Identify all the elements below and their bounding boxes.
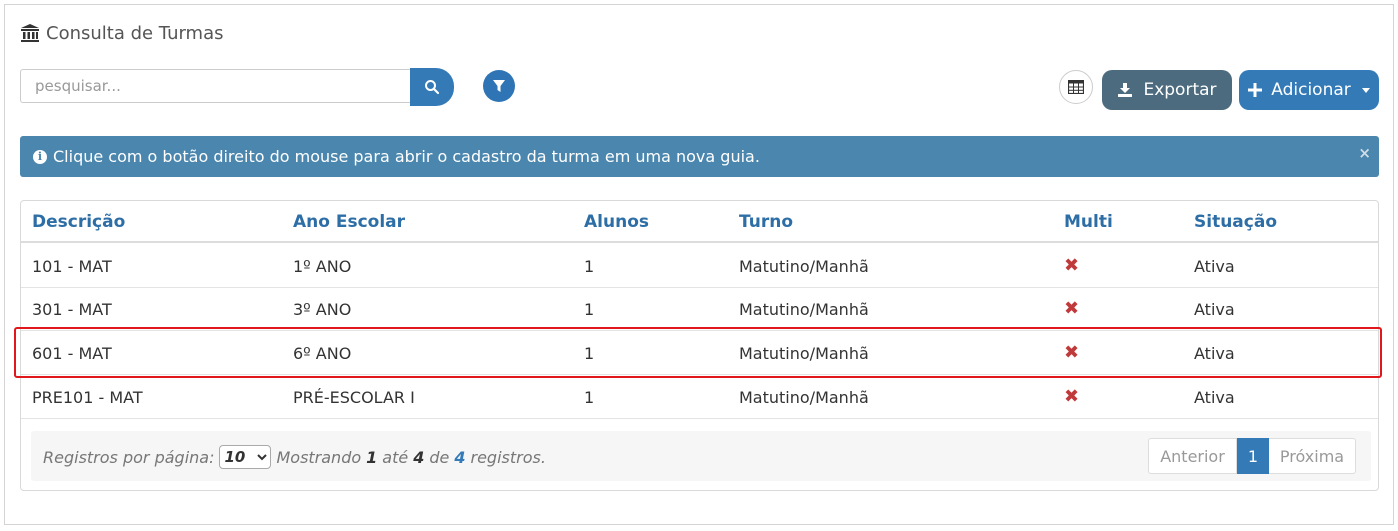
export-button[interactable]: Exportar — [1102, 70, 1232, 110]
pagination-info: Registros por página: 10 Mostrando 1 até… — [43, 445, 546, 469]
col-alunos[interactable]: Alunos — [584, 212, 649, 232]
next-page-button[interactable]: Próxima — [1269, 438, 1356, 474]
cell-turno: Matutino/Manhã — [739, 300, 869, 319]
chevron-down-icon — [1361, 87, 1370, 93]
table-header: Descrição Ano Escolar Alunos Turno Multi… — [21, 201, 1378, 243]
page-title: Consulta de Turmas — [20, 21, 224, 45]
table-row[interactable]: 101 - MAT 1º ANO 1 Matutino/Manhã ✖ Ativ… — [21, 245, 1378, 288]
search-icon — [425, 80, 440, 95]
range-to-word: até — [382, 447, 409, 467]
page-title-text: Consulta de Turmas — [46, 22, 224, 44]
cell-situacao: Ativa — [1194, 344, 1235, 363]
filter-button[interactable] — [483, 70, 515, 102]
cell-situacao: Ativa — [1194, 388, 1235, 407]
col-descricao[interactable]: Descrição — [32, 212, 125, 232]
cell-situacao: Ativa — [1194, 300, 1235, 319]
filter-icon — [493, 80, 505, 92]
table-row[interactable]: PRE101 - MAT PRÉ-ESCOLAR I 1 Matutino/Ma… — [21, 376, 1378, 419]
col-multi[interactable]: Multi — [1064, 212, 1113, 232]
page-1-button[interactable]: 1 — [1237, 438, 1269, 474]
plus-icon — [1248, 83, 1263, 97]
col-ano-escolar[interactable]: Ano Escolar — [293, 212, 405, 232]
col-turno[interactable]: Turno — [739, 212, 793, 232]
cell-ano: 1º ANO — [293, 257, 352, 276]
total-count: 4 — [454, 447, 466, 467]
add-label: Adicionar — [1271, 80, 1351, 100]
x-mark-icon: ✖ — [1064, 386, 1080, 407]
showing-label: Mostrando — [276, 447, 362, 467]
table-row[interactable]: 601 - MAT 6º ANO 1 Matutino/Manhã ✖ Ativ… — [21, 332, 1378, 375]
alert-message: Clique com o botão direito do mouse para… — [53, 147, 760, 166]
turmas-panel: Consulta de Turmas Exportar — [4, 4, 1394, 525]
table-row[interactable]: 301 - MAT 3º ANO 1 Matutino/Manhã ✖ Ativ… — [21, 288, 1378, 331]
range-of-word: de — [429, 447, 450, 467]
info-alert: i Clique com o botão direito do mouse pa… — [20, 136, 1379, 177]
download-icon — [1118, 83, 1133, 97]
search-group — [20, 68, 454, 106]
cell-turno: Matutino/Manhã — [739, 388, 869, 407]
range-to: 4 — [413, 447, 425, 467]
cell-situacao: Ativa — [1194, 257, 1235, 276]
pagination: Anterior 1 Próxima — [1148, 438, 1356, 474]
bank-icon — [21, 24, 39, 42]
per-page-select[interactable]: 10 — [219, 445, 272, 469]
cell-alunos: 1 — [584, 344, 595, 363]
range-from: 1 — [366, 447, 378, 467]
cell-ano: PRÉ-ESCOLAR I — [293, 388, 415, 407]
cell-descricao: 601 - MAT — [32, 344, 112, 363]
search-input[interactable] — [20, 69, 410, 103]
x-mark-icon: ✖ — [1064, 255, 1080, 276]
add-button[interactable]: Adicionar — [1239, 70, 1379, 110]
export-label: Exportar — [1143, 80, 1217, 100]
cell-turno: Matutino/Manhã — [739, 257, 869, 276]
turmas-table: Descrição Ano Escolar Alunos Turno Multi… — [20, 200, 1379, 491]
table-footer: Registros por página: 10 Mostrando 1 até… — [31, 431, 1371, 481]
per-page-label: Registros por página: — [43, 447, 215, 467]
prev-page-button[interactable]: Anterior — [1148, 438, 1237, 474]
x-mark-icon: ✖ — [1064, 298, 1080, 319]
x-mark-icon: ✖ — [1064, 342, 1080, 363]
cell-alunos: 1 — [584, 257, 595, 276]
cell-alunos: 1 — [584, 388, 595, 407]
records-suffix: registros. — [470, 447, 546, 467]
col-situacao[interactable]: Situação — [1194, 212, 1277, 232]
cell-descricao: PRE101 - MAT — [32, 388, 143, 407]
cell-alunos: 1 — [584, 300, 595, 319]
cell-descricao: 101 - MAT — [32, 257, 112, 276]
cell-ano: 6º ANO — [293, 344, 352, 363]
cell-descricao: 301 - MAT — [32, 300, 112, 319]
close-icon[interactable]: × — [1358, 144, 1371, 162]
table-icon — [1068, 80, 1084, 94]
cell-turno: Matutino/Manhã — [739, 344, 869, 363]
columns-button[interactable] — [1059, 70, 1093, 104]
search-button[interactable] — [410, 68, 454, 106]
info-icon: i — [33, 149, 47, 164]
cell-ano: 3º ANO — [293, 300, 352, 319]
